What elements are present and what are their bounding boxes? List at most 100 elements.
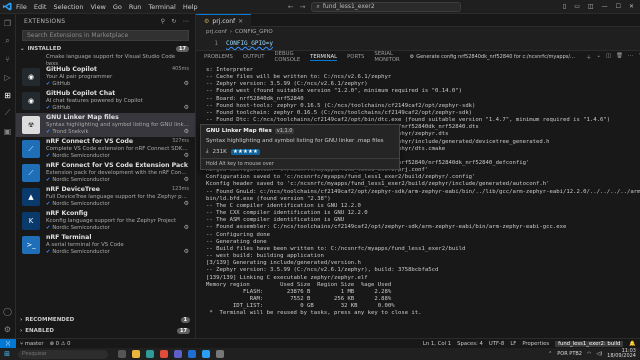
terminal-output[interactable]: s: Interpreter -- Cache files will be wri… <box>196 63 640 339</box>
problems-counter[interactable]: ⊗ 0 ⚠ 0 <box>50 341 71 347</box>
menu-help[interactable]: Help <box>183 3 198 11</box>
manage-extension-gear-icon[interactable]: ⚙ <box>184 200 189 207</box>
menu-go[interactable]: Go <box>113 3 122 11</box>
vscode-taskbar-icon[interactable] <box>202 350 210 358</box>
clock[interactable]: 11:03 18/09/2024 <box>607 348 636 360</box>
notifications-bell-icon[interactable]: 🔔 <box>629 341 636 347</box>
terminal-selector[interactable]: ⚙ Generate config nrf52840dk_nrf52840 fo… <box>410 54 576 60</box>
branch-indicator[interactable]: ⑂ master <box>20 341 44 347</box>
extension-item[interactable]: ▲ nRF DeviceTree 123ms Full DeviceTree lang… <box>16 185 195 209</box>
manage-extension-gear-icon[interactable]: ⚙ <box>184 152 189 159</box>
layout-icon[interactable]: ◫ <box>588 3 594 10</box>
filter-icon[interactable]: ⚲ <box>161 18 166 25</box>
extension-logo-icon: ☢ <box>22 116 40 134</box>
encoding[interactable]: UTF-8 <box>489 341 504 347</box>
menu-terminal[interactable]: Terminal <box>148 3 175 11</box>
breadcrumb-symbol[interactable]: CONFIG_GPIO <box>235 29 273 35</box>
keyboard-language[interactable]: POR PTB2 <box>557 351 582 357</box>
nrf-connect-icon[interactable]: ⟋ <box>3 108 13 118</box>
installed-section-header[interactable]: ⌄ INSTALLED 17 <box>16 43 195 54</box>
cursor-position[interactable]: Ln 1, Col 1 <box>423 341 451 347</box>
menu-bar: File Edit Selection View Go Run Terminal… <box>16 3 198 11</box>
chevron-down-icon[interactable]: ⌄ <box>597 53 601 61</box>
extension-item[interactable]: KnRF Kconfig Kconfig language support for… <box>16 209 195 233</box>
menu-run[interactable]: Run <box>129 3 141 11</box>
menu-view[interactable]: View <box>90 3 105 11</box>
volume-icon[interactable]: ◁) <box>596 351 602 357</box>
explorer-icon[interactable]: ❐ <box>3 18 13 28</box>
chrome-icon[interactable] <box>160 350 168 358</box>
teams-icon[interactable] <box>174 350 182 358</box>
code-line[interactable]: CONFIG_GPIO=y <box>226 40 273 47</box>
menu-selection[interactable]: Selection <box>53 3 83 11</box>
source-control-icon[interactable]: ⑂ <box>3 54 13 64</box>
extension-item[interactable]: >_ nRF Terminal A serial terminal for VS C… <box>16 233 195 257</box>
code-editor[interactable]: 1 CONFIG_GPIO=y <box>196 37 640 50</box>
toggle-panel-icon[interactable]: ▭ <box>574 3 580 10</box>
tab-ports[interactable]: PORTS <box>347 54 364 60</box>
terminal-line: -- west build: building application <box>206 253 324 260</box>
account-icon[interactable]: ◯ <box>3 306 13 316</box>
tab-prj-conf[interactable]: ⚙ prj.conf ✕ <box>196 14 252 27</box>
more-actions-icon[interactable]: ⋯ <box>628 53 633 61</box>
maximize-icon[interactable]: ☐ <box>616 3 621 10</box>
task-view-icon[interactable] <box>118 350 126 358</box>
chevron-down-icon: ⌄ <box>20 45 25 52</box>
remote-indicator-icon[interactable]: ⟩⟨ <box>0 338 16 349</box>
tab-terminal[interactable]: TERMINAL <box>310 54 338 61</box>
manage-extension-gear-icon[interactable]: ⚙ <box>184 80 189 87</box>
wifi-icon[interactable]: ◠ <box>587 351 591 357</box>
back-arrow-icon[interactable]: ← <box>288 3 294 11</box>
trash-icon[interactable]: 🗑 <box>616 53 623 61</box>
menu-file[interactable]: File <box>16 3 27 11</box>
refresh-icon[interactable]: ↻ <box>171 18 176 25</box>
extension-item[interactable]: ◉ GitHub Copilot 405ms Your AI pair program… <box>16 65 195 89</box>
toggle-sidebar-icon[interactable]: ▯ <box>563 3 566 10</box>
manage-extension-gear-icon[interactable]: ⚙ <box>184 104 189 111</box>
command-center[interactable]: ⌕ fund_less1_exer2 <box>311 1 462 12</box>
manage-extension-gear-icon[interactable]: ⚙ <box>184 248 189 255</box>
remote-explorer-icon[interactable]: ▣ <box>3 126 13 136</box>
chevron-up-icon[interactable]: ⌃ <box>548 351 552 357</box>
extension-item-cmake[interactable]: Cmake language support for Visual Studio… <box>16 54 195 65</box>
extensions-sidebar: EXTENSIONS ⚲ ↻ ⋯ Search Extensions in Ma… <box>16 14 196 338</box>
menu-edit[interactable]: Edit <box>34 3 47 11</box>
line-ending[interactable]: LF <box>510 341 516 347</box>
tab-output[interactable]: OUTPUT <box>243 54 265 60</box>
more-actions-icon[interactable]: ⋯ <box>183 18 189 25</box>
enabled-section-header[interactable]: › ENABLED 17 <box>16 325 196 336</box>
language-mode[interactable]: Properties <box>522 341 549 347</box>
tab-problems[interactable]: PROBLEMS <box>204 54 233 60</box>
extension-item[interactable]: ☢ GNU Linker Map files Syntax highlighting… <box>16 113 195 137</box>
close-icon[interactable]: ✕ <box>629 3 634 10</box>
file-explorer-icon[interactable] <box>132 350 140 358</box>
hover-hint: Hold Alt key to mouse over <box>201 158 399 169</box>
forward-arrow-icon[interactable]: → <box>300 3 306 11</box>
search-icon[interactable]: ⌕ <box>3 36 13 46</box>
extension-item[interactable]: ⟋ nRF Connect for VS Code Extension Pack E… <box>16 161 195 185</box>
add-terminal-icon[interactable]: ＋ <box>586 53 591 61</box>
minimize-icon[interactable]: — <box>602 3 608 10</box>
tab-debug-console[interactable]: DEBUG CONSOLE <box>275 51 301 63</box>
extensions-icon[interactable]: ⊞ <box>3 90 13 100</box>
manage-extension-gear-icon[interactable]: ⚙ <box>184 128 189 135</box>
edge-browser-icon[interactable] <box>146 350 154 358</box>
manage-extension-gear-icon[interactable]: ⚙ <box>184 224 189 231</box>
extension-item[interactable]: ◉ GitHub Copilot Chat AI chat features pow… <box>16 89 195 113</box>
extensions-search-input[interactable]: Search Extensions in Marketplace <box>22 30 189 41</box>
extension-item[interactable]: ⟋ nRF Connect for VS Code 327ms Complete VS… <box>16 137 195 161</box>
close-tab-icon[interactable]: ✕ <box>238 18 243 25</box>
taskbar-search-input[interactable] <box>18 349 108 359</box>
settings-app-icon[interactable] <box>216 350 224 358</box>
recommended-section-header[interactable]: › RECOMMENDED 1 <box>16 314 196 325</box>
run-debug-icon[interactable]: ▷ <box>3 72 13 82</box>
manage-gear-icon[interactable]: ⚙ <box>3 324 13 334</box>
mail-icon[interactable] <box>188 350 196 358</box>
manage-extension-gear-icon[interactable]: ⚙ <box>184 176 189 183</box>
windows-start-icon[interactable]: ⊞ <box>0 350 14 358</box>
split-terminal-icon[interactable]: ◫ <box>606 53 611 61</box>
task-indicator[interactable]: fund_less1_exer2: build <box>555 340 624 347</box>
indentation[interactable]: Spaces: 4 <box>457 341 483 347</box>
breadcrumb-file[interactable]: prj.conf <box>206 29 227 35</box>
tab-serial-monitor[interactable]: SERIAL MONITOR <box>374 51 399 63</box>
